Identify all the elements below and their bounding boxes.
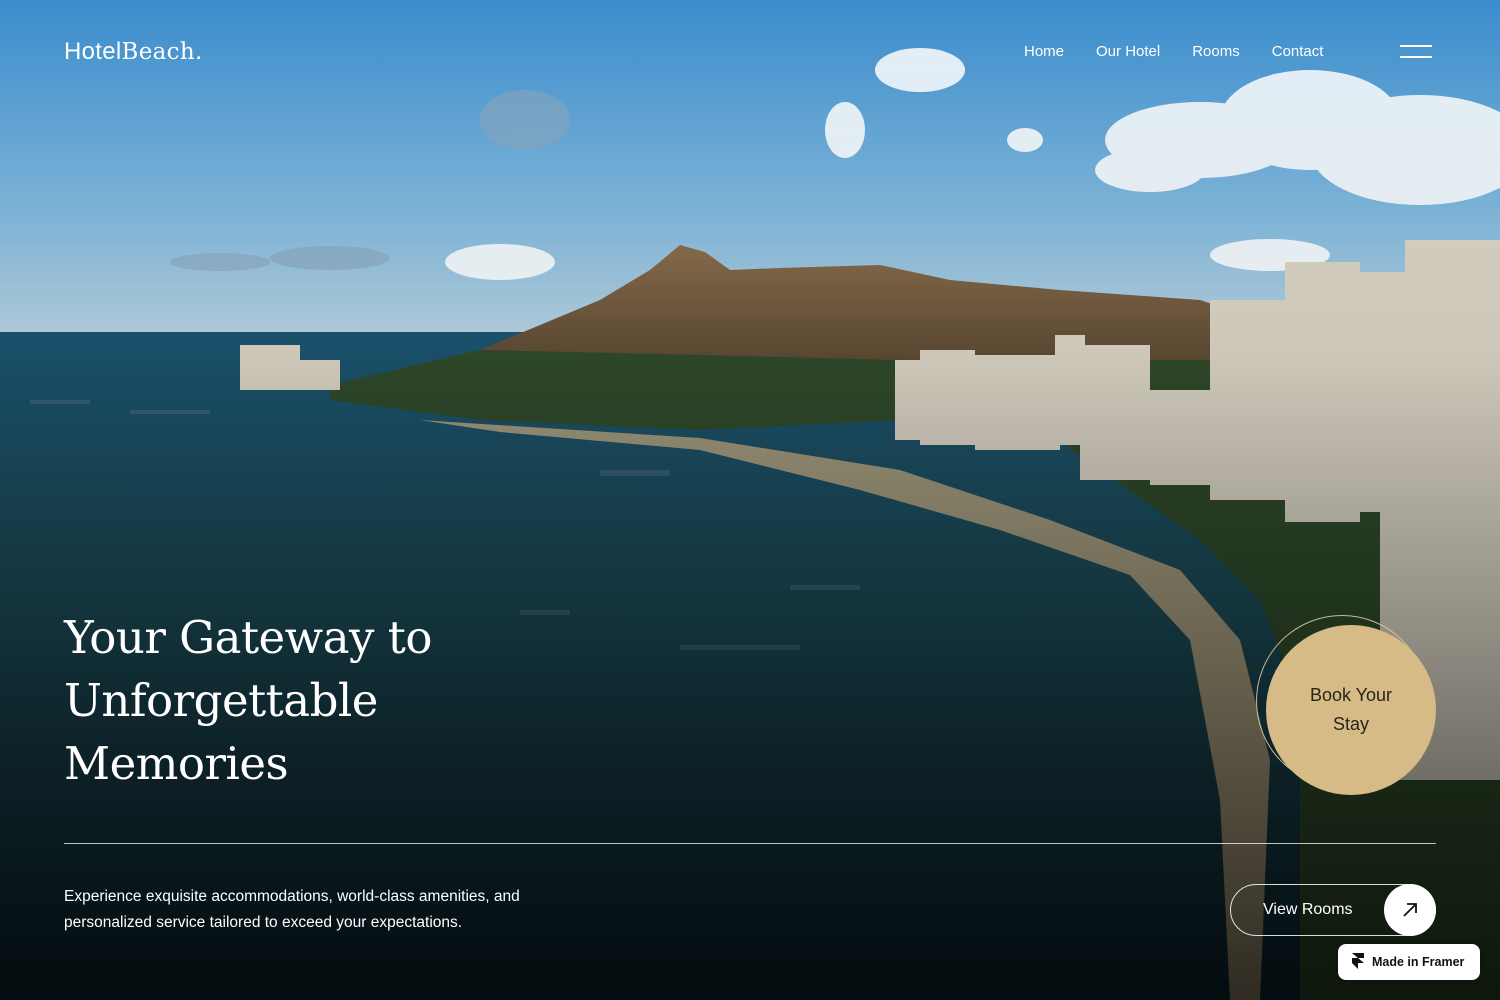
made-in-framer-badge[interactable]: Made in Framer xyxy=(1338,944,1480,980)
view-rooms-label: View Rooms xyxy=(1263,901,1353,918)
logo-part-hotel: Hotel xyxy=(64,38,122,65)
hamburger-line-bottom xyxy=(1400,56,1432,58)
arrow-up-right-icon xyxy=(1384,884,1436,936)
hero-description: Experience exquisite accommodations, wor… xyxy=(64,888,520,931)
nav-rooms[interactable]: Rooms xyxy=(1192,43,1240,60)
hamburger-line-top xyxy=(1400,45,1432,47)
nav-home[interactable]: Home xyxy=(1024,43,1064,60)
book-your-stay-button[interactable]: Book Your Stay xyxy=(1266,625,1436,795)
nav-our-hotel[interactable]: Our Hotel xyxy=(1096,43,1160,60)
logo-part-beach: Beach. xyxy=(121,39,203,65)
hero-divider xyxy=(64,843,1436,844)
hero-section: HotelBeach. Home Our Hotel Rooms Contact… xyxy=(0,0,1500,1000)
framer-badge-label: Made in Framer xyxy=(1372,955,1465,969)
hamburger-icon[interactable] xyxy=(1398,44,1434,60)
brand-logo[interactable]: HotelBeach. xyxy=(64,38,203,66)
framer-icon xyxy=(1352,952,1364,972)
hero-headline: Your Gateway to Unforgettable Memories xyxy=(64,611,432,790)
book-button-label: Book Your Stay xyxy=(1309,685,1393,734)
main-nav: Home Our Hotel Rooms Contact xyxy=(1024,43,1323,60)
hero-overlay xyxy=(0,0,1500,1000)
view-rooms-button[interactable]: View Rooms xyxy=(1230,884,1436,936)
nav-contact[interactable]: Contact xyxy=(1272,43,1324,60)
